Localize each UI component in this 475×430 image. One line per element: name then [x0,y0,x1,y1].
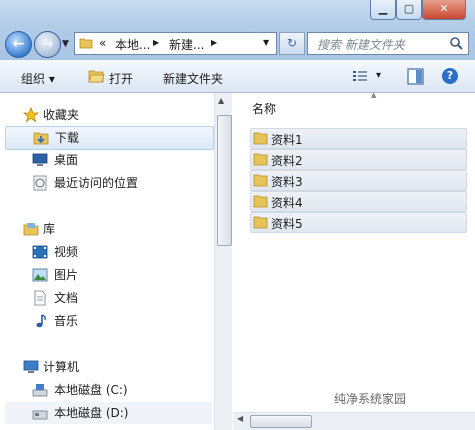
file-item[interactable]: 资料5 [250,212,467,233]
address-dropdown-icon[interactable]: ▼ [263,38,269,47]
file-item[interactable]: 资料4 [250,191,467,212]
recent-places-icon [33,175,47,191]
open-button[interactable]: 打开 [109,70,133,87]
maximize-button[interactable]: ▢ [396,0,422,20]
sidebar-item-downloads[interactable]: 下载 [5,126,214,150]
minimize-button[interactable]: ▁ [370,0,396,20]
sidebar-item-drive-d[interactable]: 本地磁盘 (D:) [5,402,212,424]
help-icon: ? [446,69,454,82]
video-icon [32,245,48,259]
forward-button[interactable]: → [34,31,61,58]
address-bar[interactable]: « 本地... ▶ 新建... ▶ ▼ [74,32,277,55]
search-input[interactable]: 搜索 新建文件夹 [307,32,469,55]
folder-icon [253,195,268,208]
library-icon [23,223,39,236]
refresh-button[interactable]: ↻ [279,32,305,55]
view-dropdown-icon[interactable]: ▾ [376,70,381,81]
preview-pane-icon[interactable] [407,68,424,85]
scroll-up-icon[interactable]: ▲ [218,96,224,105]
address-separator-icon[interactable]: ▶ [211,38,217,47]
command-bar [0,60,475,93]
recent-pages-dropdown-icon[interactable]: ▼ [62,39,69,49]
pictures-icon [32,268,48,282]
folder-icon [253,174,268,187]
view-options-icon[interactable] [352,70,368,83]
organize-button[interactable]: 组织 ▾ [21,70,55,87]
folder-icon [253,132,268,145]
address-separator-icon[interactable]: ▶ [153,38,159,47]
folder-icon [79,38,93,49]
help-button[interactable]: ? [442,68,458,84]
scroll-left-icon[interactable]: ◀ [237,414,243,423]
folder-icon [253,216,268,229]
address-segment-new-folder[interactable]: 新建... [169,36,204,53]
desktop-icon [32,153,48,166]
music-icon [36,314,46,328]
column-header-name[interactable]: 名称 [252,100,276,117]
folder-icon [253,153,268,166]
watermark: 纯净系统家园 [334,392,407,406]
downloads-folder-icon [33,132,49,145]
file-item[interactable]: 资料1 [250,128,467,149]
search-icon[interactable] [449,36,463,50]
address-root-prefix[interactable]: « [99,36,106,50]
horizontal-scroll-thumb[interactable] [250,415,312,428]
star-icon [23,107,39,123]
close-button[interactable]: ✕ [422,0,466,20]
address-segment-local-disk[interactable]: 本地... [115,36,150,53]
open-folder-icon [88,70,105,83]
document-icon [34,290,46,306]
drive-icon [32,384,48,397]
navigation-scroll-thumb[interactable] [217,115,232,246]
computer-icon [23,360,39,373]
file-item[interactable]: 资料2 [250,149,467,170]
search-placeholder: 搜索 新建文件夹 [317,38,405,52]
sort-indicator-icon: ▲ [371,91,377,99]
new-folder-button[interactable]: 新建文件夹 [163,70,223,87]
drive-icon [32,410,48,420]
back-button[interactable]: ← [5,31,32,58]
file-item[interactable]: 资料3 [250,170,467,191]
